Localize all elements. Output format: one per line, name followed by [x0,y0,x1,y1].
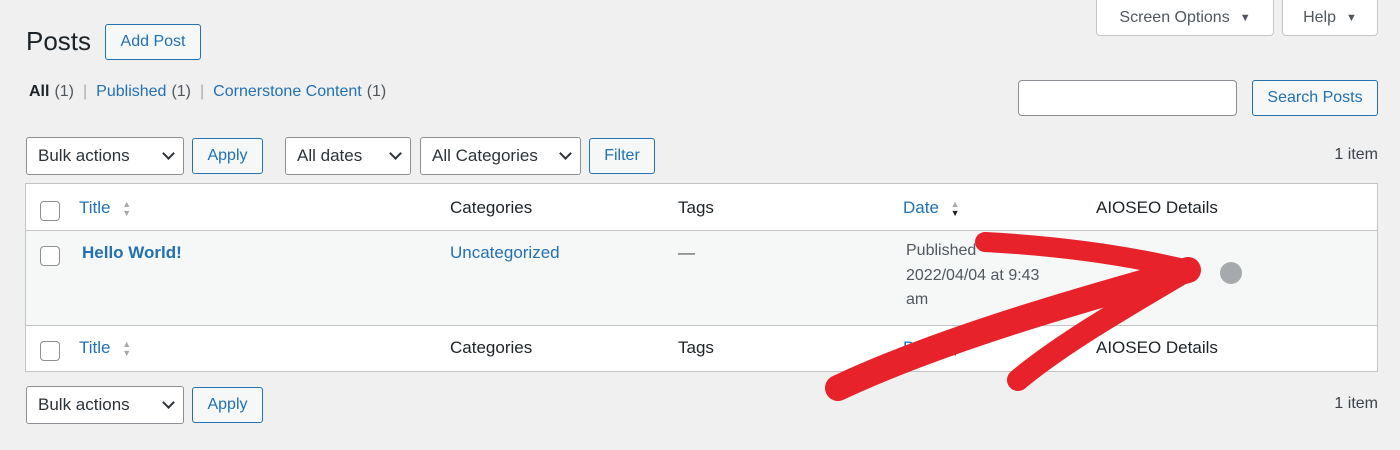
column-tags: Tags [678,198,714,217]
chevron-down-icon [162,396,175,409]
dates-label: All dates [297,146,363,165]
help-button[interactable]: Help ▼ [1282,0,1378,36]
search-input[interactable] [1018,80,1237,116]
filter-all-count: (1) [54,83,75,100]
date-cell: Published 2022/04/04 at 9:43 am [906,239,1066,313]
post-title-link[interactable]: Hello World! [82,243,182,263]
column-title-label: Title [79,198,111,217]
column-aioseo: AIOSEO Details [1096,198,1218,217]
page-title: Posts [26,26,92,56]
post-status-filters: All (1) | Published (1) | Cornerstone Co… [29,83,386,101]
row-checkbox[interactable] [40,246,60,266]
filter-published[interactable]: Published [96,83,166,101]
column-aioseo: AIOSEO Details [1096,338,1218,357]
filter-button[interactable]: Filter [589,138,655,174]
tags-value: — [678,243,695,262]
sort-icon: ▲ ▼ [950,198,960,218]
screen-options-label: Screen Options [1119,8,1230,26]
date-value-suffix: am [906,291,929,308]
help-label: Help [1303,8,1336,26]
filter-cornerstone[interactable]: Cornerstone Content [213,83,362,101]
bulk-actions-label: Bulk actions [38,146,130,165]
column-title[interactable]: Title ▲ ▼ [79,198,131,218]
sort-icon: ▲ ▼ [122,338,132,358]
column-categories: Categories [450,198,533,217]
dates-select[interactable]: All dates [285,137,411,175]
add-post-button[interactable]: Add Post [105,24,201,60]
column-date-label: Date [903,198,939,217]
column-categories: Categories [450,338,533,357]
sort-icon: ▲ ▼ [122,198,132,218]
apply-button-bottom[interactable]: Apply [192,387,263,423]
posts-table: Title ▲ ▼ Categories Tags Date ▲ ▼ AIOSEO … [25,183,1378,372]
sort-icon: ▲ ▼ [950,338,960,358]
chevron-down-icon [389,147,402,160]
filter-separator: | [83,83,88,100]
apply-button[interactable]: Apply [192,138,263,174]
category-link[interactable]: Uncategorized [450,243,560,263]
date-value: 2022/04/04 at 9:43 [906,266,1040,284]
seo-score-dot-icon[interactable] [1220,262,1242,284]
table-footer: Title ▲ ▼ Categories Tags Date ▲ ▼ AIOSEO … [26,325,1377,371]
table-header: Title ▲ ▼ Categories Tags Date ▲ ▼ AIOSEO … [26,184,1377,231]
chevron-down-icon [559,147,572,160]
caret-down-icon: ▼ [1346,11,1357,24]
search-posts-button[interactable]: Search Posts [1252,80,1378,116]
categories-label: All Categories [432,146,538,165]
filter-separator: | [200,83,205,100]
caret-down-icon: ▼ [1239,11,1251,24]
select-all-checkbox[interactable] [40,201,60,221]
column-date-label: Date [903,338,939,357]
column-date[interactable]: Date ▲ ▼ [903,198,960,218]
bulk-actions-label: Bulk actions [38,395,130,414]
column-title-label: Title [79,338,111,357]
column-date[interactable]: Date ▲ ▼ [903,338,960,358]
column-tags: Tags [678,338,714,357]
filter-published-count: (1) [171,83,192,100]
table-row: Hello World! Uncategorized — Published 2… [26,231,1377,325]
column-title[interactable]: Title ▲ ▼ [79,338,131,358]
bulk-actions-select[interactable]: Bulk actions [26,137,184,175]
chevron-down-icon [162,147,175,160]
item-count-top: 1 item [1334,146,1378,163]
item-count-bottom: 1 item [1334,395,1378,412]
categories-select[interactable]: All Categories [420,137,581,175]
select-all-checkbox[interactable] [40,341,60,361]
screen-options-button[interactable]: Screen Options ▼ [1096,0,1274,36]
date-status: Published [906,242,977,259]
filter-cornerstone-count: (1) [366,83,387,100]
bulk-actions-select-bottom[interactable]: Bulk actions [26,386,184,424]
filter-all[interactable]: All [29,83,49,101]
